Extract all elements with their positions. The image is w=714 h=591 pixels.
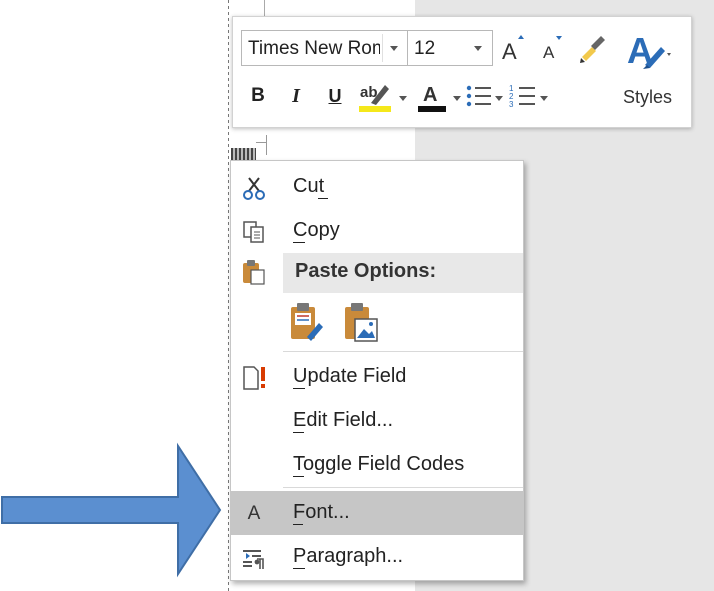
styles-label: Styles: [623, 87, 673, 107]
text-highlight-button[interactable]: ab: [357, 77, 397, 115]
shrink-font-icon: A: [543, 36, 562, 62]
margin-marker: [256, 142, 266, 143]
access-key-underline: [318, 198, 328, 199]
picture-icon: [345, 303, 378, 342]
menu-item-label: Font...: [293, 501, 350, 523]
grow-font-icon: A: [502, 35, 524, 64]
context-menu: Cut Copy Paste Options: Update Field Edi…: [230, 160, 524, 581]
format-painter-icon: [580, 36, 605, 63]
grow-font-button[interactable]: A: [499, 31, 529, 65]
paragraph-icon: [241, 545, 267, 571]
highlighter-icon: ab: [359, 84, 391, 112]
menu-item-cut[interactable]: Cut: [231, 165, 523, 209]
selected-field[interactable]: [231, 148, 256, 160]
paste-options-header: Paste Options:: [283, 253, 523, 293]
menu-item-label: Toggle Field Codes: [293, 453, 465, 475]
bold-label: B: [251, 85, 265, 106]
font-a-icon: A: [241, 501, 267, 527]
menu-item-edit-field[interactable]: Edit Field...: [231, 399, 523, 443]
numbering-button[interactable]: 1 2 3: [509, 79, 537, 113]
access-key-underline: [293, 432, 304, 433]
paste-icon: [241, 259, 267, 285]
menu-item-paragraph[interactable]: Paragraph...: [231, 535, 523, 579]
bullets-button[interactable]: [465, 79, 493, 113]
access-key-underline: [293, 568, 305, 569]
chevron-down-icon[interactable]: [540, 96, 548, 101]
scissors-icon: [241, 175, 267, 201]
paste-keep-source-formatting-button[interactable]: [287, 301, 327, 343]
page-edge: [228, 0, 229, 591]
underline-button[interactable]: U: [323, 81, 347, 111]
paste-picture-button[interactable]: [341, 301, 381, 343]
underline-label: U: [328, 85, 342, 106]
pointer-arrow-icon: [1, 442, 222, 578]
menu-item-label: Cut: [293, 175, 325, 197]
menu-item-update-field[interactable]: Update Field: [231, 355, 523, 399]
svg-text:A: A: [502, 39, 517, 64]
menu-item-label: Paragraph...: [293, 545, 404, 567]
menu-item-font[interactable]: A Font...: [231, 491, 523, 535]
menu-item-label: Copy: [293, 219, 340, 241]
font-name-value: Times New Roman: [248, 38, 380, 59]
margin-marker: [266, 135, 267, 155]
access-key-underline: [293, 524, 303, 525]
font-color-button[interactable]: A: [415, 77, 449, 115]
chevron-down-icon[interactable]: [390, 46, 398, 51]
chevron-down-icon[interactable]: [399, 96, 407, 101]
menu-item-label: Edit Field...: [293, 409, 394, 431]
font-color-icon: A: [418, 84, 446, 112]
access-key-underline: [293, 242, 305, 243]
chevron-down-icon[interactable]: [453, 96, 461, 101]
update-field-icon: [241, 365, 267, 391]
menu-separator: [283, 487, 523, 488]
styles-button[interactable]: A: [623, 25, 683, 75]
keep-source-formatting-icon: [291, 303, 323, 341]
svg-text:3: 3: [509, 100, 514, 109]
numbered-list-icon: 1 2 3: [509, 84, 535, 109]
bullet-list-icon: [466, 85, 491, 107]
bold-button[interactable]: B: [247, 81, 269, 111]
svg-text:A: A: [543, 43, 555, 62]
chevron-down-icon[interactable]: [474, 46, 482, 51]
menu-item-copy[interactable]: Copy: [231, 209, 523, 253]
access-key-underline: [293, 388, 305, 389]
combobox-divider: [382, 34, 383, 62]
access-key-underline: [293, 476, 304, 477]
font-size-value: 12: [414, 38, 436, 59]
font-a-glyph: A: [247, 503, 261, 524]
chevron-down-icon[interactable]: [495, 96, 503, 101]
styles-icon: A: [627, 30, 671, 71]
italic-label: I: [292, 84, 300, 107]
italic-button[interactable]: I: [285, 81, 307, 111]
svg-text:A: A: [423, 84, 437, 106]
mini-toolbar: Times New Roman 12 A A A: [232, 16, 692, 128]
paste-options-label: Paste Options:: [295, 260, 437, 282]
shrink-font-button[interactable]: A: [539, 31, 569, 65]
copy-icon: [241, 219, 267, 245]
menu-separator: [283, 351, 523, 352]
font-size-combobox[interactable]: 12: [407, 30, 493, 66]
menu-item-label: Update Field: [293, 365, 407, 387]
font-name-combobox[interactable]: Times New Roman: [241, 30, 408, 66]
format-painter-button[interactable]: [577, 31, 609, 65]
menu-item-toggle-field-codes[interactable]: Toggle Field Codes: [231, 443, 523, 487]
